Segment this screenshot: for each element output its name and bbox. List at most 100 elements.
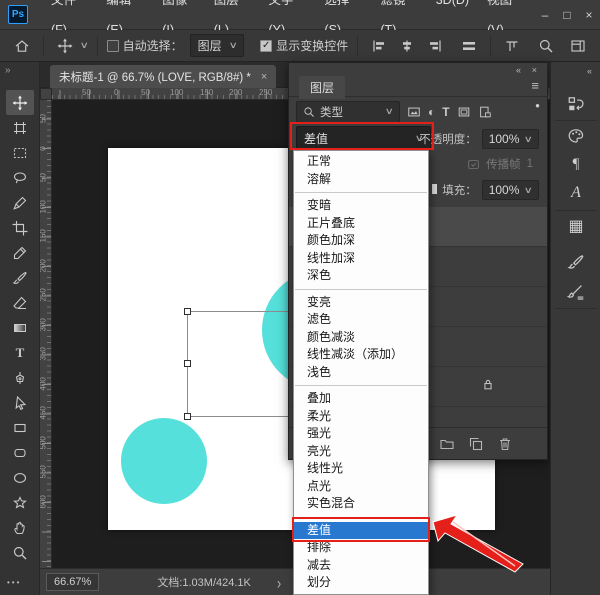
menu-item-subtract[interactable]: 减去: [294, 557, 428, 575]
minimize-button[interactable]: –: [534, 8, 556, 22]
close-button[interactable]: ×: [578, 8, 600, 22]
panel-menu-icon[interactable]: ≡: [531, 78, 539, 93]
tool-zoom[interactable]: [6, 540, 34, 565]
tool-rounded-rectangle[interactable]: [6, 440, 34, 465]
transform-handle-middle-left[interactable]: [184, 360, 191, 367]
align-center-button[interactable]: [395, 36, 419, 56]
menu-item-lighten[interactable]: 变亮: [294, 294, 428, 312]
tab-close-icon[interactable]: ×: [261, 71, 267, 83]
vertical-ruler[interactable]: 50 0 50 100 150 200 250 300 350 400 450 …: [40, 100, 52, 568]
transform-handle-bottom-left[interactable]: [184, 413, 191, 420]
status-chevron-icon[interactable]: ›: [277, 572, 281, 592]
filter-pixel-button[interactable]: [407, 105, 421, 119]
transform-mode-button[interactable]: [500, 36, 524, 56]
menu-item-linear-burn[interactable]: 线性加深: [294, 250, 428, 268]
menu-item-soft-light[interactable]: 柔光: [294, 408, 428, 426]
menu-item-difference-selected[interactable]: 差值: [294, 522, 428, 540]
ruler-corner[interactable]: [40, 88, 52, 100]
document-tab[interactable]: 未标题-1 @ 66.7% (LOVE, RGB/8#) * ×: [50, 65, 276, 88]
brush-settings-panel-button[interactable]: [564, 250, 588, 274]
auto-select-checkbox[interactable]: [107, 40, 119, 52]
menu-item-darken[interactable]: 变暗: [294, 197, 428, 215]
paragraph-panel-button[interactable]: ¶: [564, 152, 588, 176]
move-tool-preset[interactable]: [53, 36, 77, 56]
toolbar-more-icon[interactable]: •••: [7, 578, 21, 587]
toolbar-expand-icon[interactable]: »: [5, 65, 11, 76]
menu-item-color-dodge[interactable]: 颜色减淡: [294, 329, 428, 347]
tool-presets-panel-button[interactable]: [564, 280, 588, 304]
menu-item-hard-light[interactable]: 强光: [294, 425, 428, 443]
tool-custom-shape[interactable]: [6, 490, 34, 515]
menu-item-multiply[interactable]: 正片叠底: [294, 215, 428, 233]
show-transform-checkbox[interactable]: ✓: [260, 40, 272, 52]
layers-tab[interactable]: 图层: [299, 76, 345, 99]
character-panel-button[interactable]: A: [564, 181, 588, 205]
filter-type-button[interactable]: T: [442, 105, 449, 119]
menu-item-divide[interactable]: 划分: [294, 574, 428, 592]
tool-ellipse[interactable]: [6, 465, 34, 490]
delete-layer-trash-icon[interactable]: [497, 436, 513, 452]
tool-move[interactable]: [6, 90, 34, 115]
tool-type[interactable]: T: [6, 340, 34, 365]
fill-field[interactable]: 100% ∨: [482, 180, 539, 200]
cyan-circle-shape[interactable]: [121, 418, 207, 504]
menu-item-darker-color[interactable]: 深色: [294, 267, 428, 285]
menu-item-lighter-color[interactable]: 浅色: [294, 364, 428, 382]
menu-item-screen[interactable]: 滤色: [294, 311, 428, 329]
tool-marquee[interactable]: [6, 140, 34, 165]
tool-brush[interactable]: [6, 265, 34, 290]
filter-smart-object-button[interactable]: [478, 105, 492, 119]
menu-item-hard-mix[interactable]: 实色混合: [294, 495, 428, 513]
align-right-button[interactable]: [423, 36, 447, 56]
menu-item-color-burn[interactable]: 颜色加深: [294, 232, 428, 250]
filter-adjustment-button[interactable]: ◐: [428, 105, 435, 119]
blend-mode-dropdown[interactable]: 差值 ∨: [296, 126, 431, 151]
background-lock-icon[interactable]: [481, 377, 495, 391]
palette-icon: [567, 127, 585, 145]
new-layer-icon[interactable]: [468, 436, 484, 452]
workspace-button[interactable]: [566, 36, 590, 56]
tool-gradient[interactable]: [6, 315, 34, 340]
filter-type-dropdown[interactable]: 类型 ∨: [296, 101, 400, 123]
filter-toggle-icon[interactable]: ●: [535, 101, 540, 110]
menu-item-linear-dodge[interactable]: 线性减淡（添加）: [294, 346, 428, 364]
tool-path-select[interactable]: [6, 390, 34, 415]
menu-item-linear-light[interactable]: 线性光: [294, 460, 428, 478]
menu-item-exclusion[interactable]: 排除: [294, 539, 428, 557]
transform-handle-top-left[interactable]: [184, 308, 191, 315]
menu-item-normal[interactable]: 正常: [294, 153, 428, 171]
swatches-panel-button[interactable]: [564, 124, 588, 148]
align-left-button[interactable]: [367, 36, 391, 56]
zoom-icon: [12, 545, 28, 561]
home-button[interactable]: [10, 36, 34, 56]
dock-collapse-icon[interactable]: «: [587, 66, 592, 76]
propagate-frame-control[interactable]: 传播帧 1: [467, 156, 533, 172]
tool-hand[interactable]: [6, 515, 34, 540]
tool-quick-select[interactable]: [6, 190, 34, 215]
zoom-level-field[interactable]: 66.67%: [46, 573, 99, 591]
tool-eyedropper[interactable]: [6, 240, 34, 265]
menu-item-pin-light[interactable]: 点光: [294, 478, 428, 496]
right-panel-dock: « ¶ A ▦: [550, 62, 600, 595]
opacity-field[interactable]: 100% ∨: [482, 129, 539, 149]
new-group-folder-icon[interactable]: [439, 436, 455, 452]
menu-item-vivid-light[interactable]: 亮光: [294, 443, 428, 461]
tool-eraser[interactable]: [6, 290, 34, 315]
menu-item-dissolve[interactable]: 溶解: [294, 171, 428, 189]
lock-icon[interactable]: [432, 184, 437, 194]
filter-shape-button[interactable]: [457, 105, 471, 119]
tool-crop[interactable]: [6, 215, 34, 240]
search-button[interactable]: [534, 36, 558, 56]
libraries-panel-button[interactable]: ▦: [564, 214, 588, 238]
chevron-down-icon[interactable]: ∨: [80, 40, 89, 51]
tool-artboard[interactable]: [6, 115, 34, 140]
distribute-button[interactable]: [457, 36, 481, 56]
ruler-number: 0: [114, 88, 118, 97]
tool-rectangle[interactable]: [6, 415, 34, 440]
tool-lasso[interactable]: [6, 165, 34, 190]
history-panel-button[interactable]: [564, 92, 588, 116]
auto-select-target-dropdown[interactable]: 图层 ∨: [190, 34, 245, 57]
tool-pen[interactable]: [6, 365, 34, 390]
menu-item-overlay[interactable]: 叠加: [294, 390, 428, 408]
maximize-button[interactable]: □: [556, 8, 578, 22]
